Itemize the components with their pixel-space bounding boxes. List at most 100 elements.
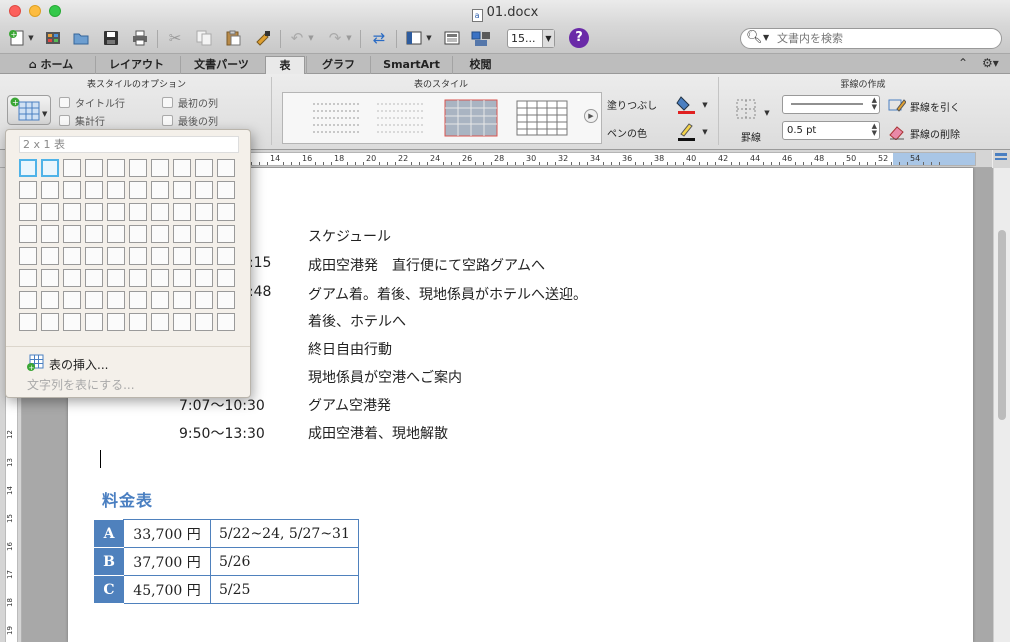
convert-text-to-table-menu-item[interactable]: 文字列を表にする... bbox=[27, 376, 135, 393]
tab-document-elements[interactable]: 文書パーツ bbox=[180, 56, 262, 74]
new-table-button[interactable]: + ▼ bbox=[7, 95, 51, 125]
table-size-cell[interactable] bbox=[85, 291, 103, 309]
tab-smartart[interactable]: SmartArt bbox=[370, 56, 452, 74]
table-size-cell[interactable] bbox=[19, 203, 37, 221]
collapse-ribbon-icon[interactable]: ⌃ bbox=[958, 56, 968, 70]
table-size-cell[interactable] bbox=[41, 159, 59, 177]
table-style-thumb[interactable] bbox=[371, 98, 429, 138]
table-size-cell[interactable] bbox=[63, 247, 81, 265]
redo-icon[interactable]: ↷ bbox=[324, 27, 346, 49]
table-size-cell[interactable] bbox=[63, 181, 81, 199]
table-style-thumb[interactable] bbox=[513, 98, 571, 138]
table-size-cell[interactable] bbox=[41, 291, 59, 309]
table-style-thumb[interactable] bbox=[443, 98, 499, 138]
zoom-select[interactable]: 15... ▼ bbox=[507, 29, 555, 48]
table-size-cell[interactable] bbox=[173, 203, 191, 221]
sidebar-dropdown-icon[interactable]: ▼ bbox=[424, 27, 434, 49]
stepper-arrows-icon[interactable]: ▲ ▼ bbox=[872, 97, 877, 111]
print-icon[interactable] bbox=[129, 27, 151, 49]
table-size-cell[interactable] bbox=[19, 225, 37, 243]
table-cell-dates[interactable]: 5/25 bbox=[210, 575, 359, 604]
table-size-cell[interactable] bbox=[107, 181, 125, 199]
table-size-cell[interactable] bbox=[195, 247, 213, 265]
table-size-cell[interactable] bbox=[217, 181, 235, 199]
search-input[interactable] bbox=[777, 31, 997, 46]
table-size-cell[interactable] bbox=[129, 225, 147, 243]
tab-layout[interactable]: レイアウト bbox=[95, 56, 177, 74]
table-size-cell[interactable] bbox=[85, 181, 103, 199]
title-row-checkbox[interactable]: タイトル行 bbox=[59, 95, 125, 110]
table-size-cell[interactable] bbox=[41, 313, 59, 331]
vertical-scrollbar[interactable] bbox=[993, 168, 1010, 642]
table-size-cell[interactable] bbox=[41, 269, 59, 287]
insert-table-menu-item[interactable]: + 表の挿入... bbox=[26, 354, 108, 375]
table-size-cell[interactable] bbox=[217, 203, 235, 221]
table-size-cell[interactable] bbox=[129, 291, 147, 309]
undo-dropdown-icon[interactable]: ▼ bbox=[306, 27, 316, 49]
line-style-select[interactable]: ▲ ▼ bbox=[782, 95, 880, 114]
checkbox-box[interactable] bbox=[59, 115, 70, 126]
table-size-cell[interactable] bbox=[151, 159, 169, 177]
table-size-cell[interactable] bbox=[151, 313, 169, 331]
zoom-dropdown-icon[interactable]: ▼ bbox=[542, 30, 554, 47]
table-size-cell[interactable] bbox=[63, 159, 81, 177]
help-button[interactable]: ? bbox=[569, 28, 589, 48]
shading-dropdown-icon[interactable]: ▼ bbox=[700, 94, 710, 116]
table-size-cell[interactable] bbox=[151, 291, 169, 309]
tab-review[interactable]: 校閲 bbox=[452, 56, 508, 74]
table-size-cell[interactable] bbox=[129, 247, 147, 265]
table-size-cell[interactable] bbox=[173, 313, 191, 331]
table-size-cell[interactable] bbox=[63, 269, 81, 287]
paste-icon[interactable] bbox=[222, 27, 244, 49]
table-size-cell[interactable] bbox=[129, 159, 147, 177]
pen-color-icon[interactable] bbox=[672, 119, 700, 143]
copy-icon[interactable] bbox=[193, 27, 215, 49]
table-size-cell[interactable] bbox=[173, 247, 191, 265]
table-size-cell[interactable] bbox=[41, 203, 59, 221]
table-size-cell[interactable] bbox=[151, 181, 169, 199]
new-document-icon[interactable]: + bbox=[6, 27, 28, 49]
table-size-cell[interactable] bbox=[19, 291, 37, 309]
table-cell-label[interactable]: A bbox=[94, 519, 124, 548]
table-size-cell[interactable] bbox=[107, 291, 125, 309]
table-size-cell[interactable] bbox=[85, 269, 103, 287]
table-size-cell[interactable] bbox=[173, 159, 191, 177]
undo-icon[interactable]: ↶ bbox=[286, 27, 308, 49]
template-gallery-icon[interactable] bbox=[42, 27, 64, 49]
table-size-cell[interactable] bbox=[41, 181, 59, 199]
table-cell-amount[interactable]: 37,700 円 bbox=[123, 547, 211, 576]
navigation-arrows-icon[interactable]: ⇄ bbox=[368, 27, 390, 49]
tab-charts[interactable]: グラフ bbox=[306, 56, 370, 74]
last-column-checkbox[interactable]: 最後の列 bbox=[162, 113, 218, 128]
open-folder-icon[interactable] bbox=[70, 27, 92, 49]
ribbon-settings-icon[interactable]: ⚙▾ bbox=[982, 56, 999, 70]
table-size-cell[interactable] bbox=[85, 225, 103, 243]
sidebar-toggle-icon[interactable] bbox=[403, 27, 425, 49]
table-size-cell[interactable] bbox=[217, 225, 235, 243]
borders-icon[interactable] bbox=[733, 97, 759, 121]
table-size-cell[interactable] bbox=[85, 313, 103, 331]
table-size-cell[interactable] bbox=[173, 291, 191, 309]
borders-dropdown-icon[interactable]: ▼ bbox=[762, 102, 772, 124]
table-cell-label[interactable]: B bbox=[94, 547, 124, 576]
table-size-cell[interactable] bbox=[217, 313, 235, 331]
table-size-cell[interactable] bbox=[173, 225, 191, 243]
table-size-cell[interactable] bbox=[129, 313, 147, 331]
erase-border-button[interactable]: 罫線の削除 bbox=[888, 124, 960, 143]
media-browser-icon[interactable] bbox=[441, 27, 463, 49]
table-size-cell[interactable] bbox=[129, 203, 147, 221]
table-cell-amount[interactable]: 33,700 円 bbox=[123, 519, 211, 548]
table-cell-amount[interactable]: 45,700 円 bbox=[123, 575, 211, 604]
table-size-cell[interactable] bbox=[107, 247, 125, 265]
table-size-cell[interactable] bbox=[19, 181, 37, 199]
draw-border-button[interactable]: 罫線を引く bbox=[888, 97, 960, 116]
table-size-cell[interactable] bbox=[41, 225, 59, 243]
table-size-cell[interactable] bbox=[173, 269, 191, 287]
checkbox-box[interactable] bbox=[162, 97, 173, 108]
table-size-cell[interactable] bbox=[107, 269, 125, 287]
table-size-cell[interactable] bbox=[195, 269, 213, 287]
table-size-cell[interactable] bbox=[19, 313, 37, 331]
table-size-cell[interactable] bbox=[107, 203, 125, 221]
table-size-cell[interactable] bbox=[85, 203, 103, 221]
line-weight-select[interactable]: 0.5 pt ▲ ▼ bbox=[782, 121, 880, 140]
